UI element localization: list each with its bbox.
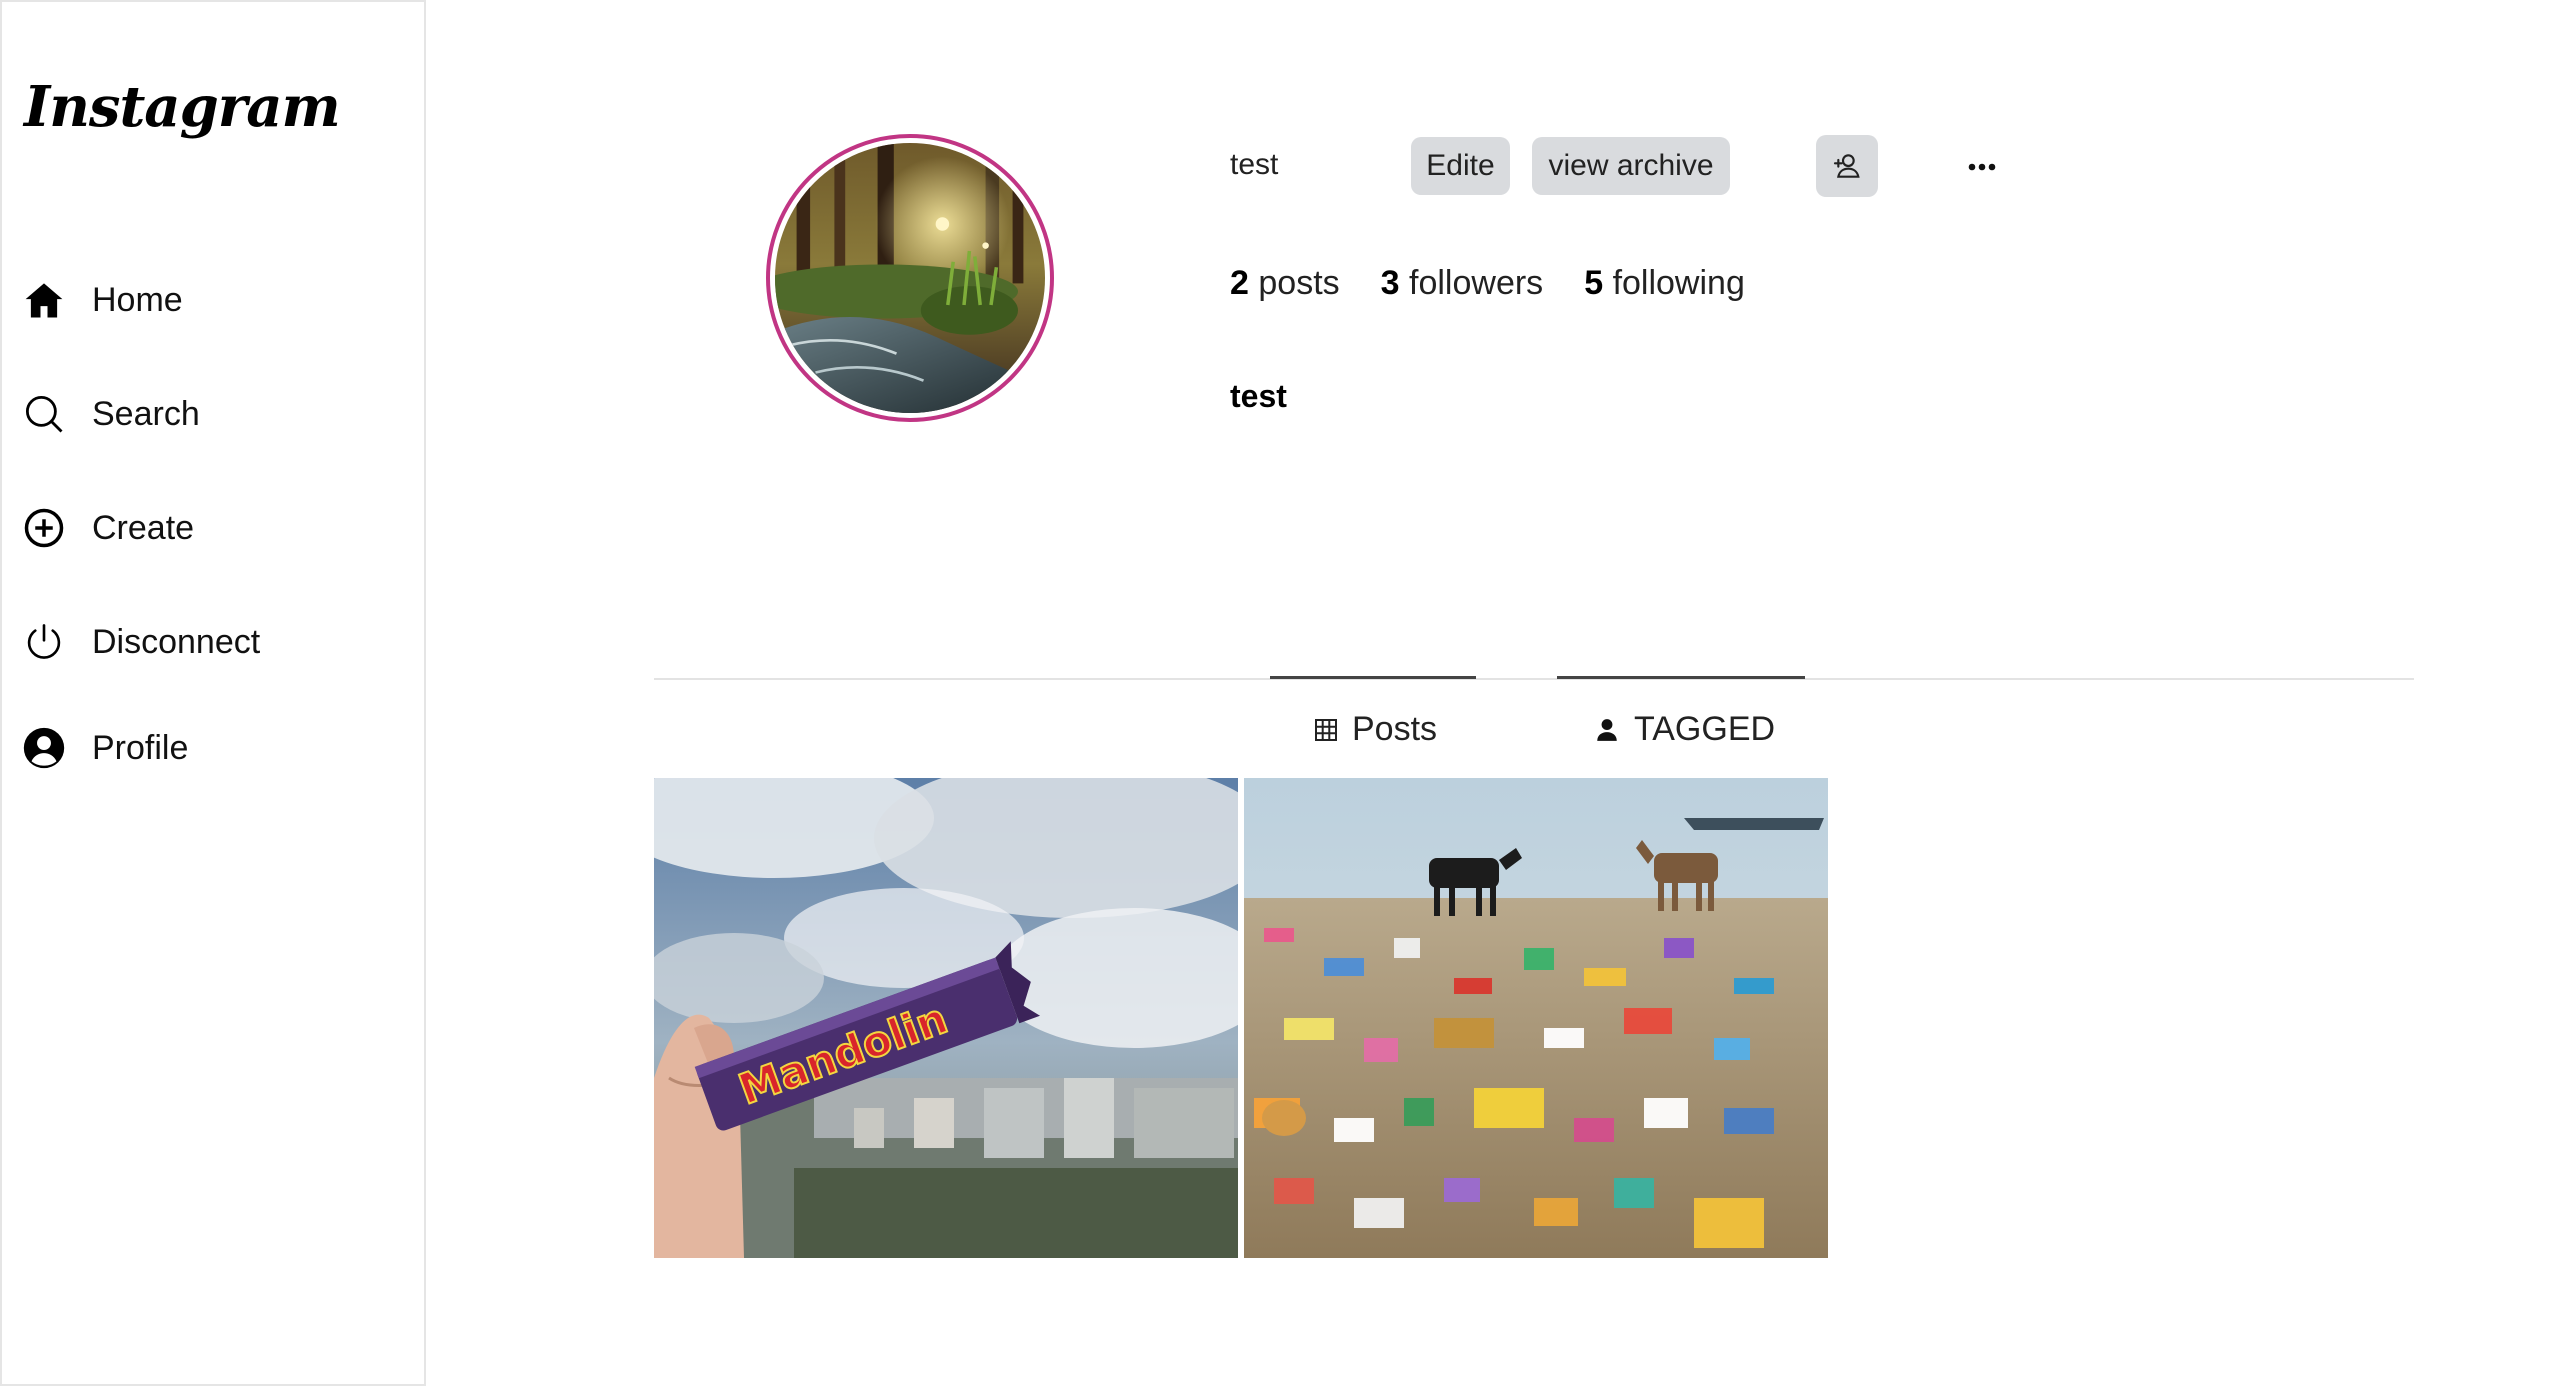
view-archive-button[interactable]: view archive — [1532, 137, 1730, 195]
person-icon — [1594, 717, 1620, 743]
post-image — [1244, 778, 1828, 1258]
instagram-logo[interactable]: Instagram — [24, 74, 341, 140]
plus-circle-icon — [22, 506, 66, 550]
sidebar: Instagram Home Search Create Disconnect … — [0, 0, 426, 1386]
followers-count[interactable]: 3 followers — [1381, 264, 1544, 303]
post-thumbnail[interactable] — [1244, 778, 1828, 1258]
tabs-divider — [654, 678, 2414, 680]
tab-label: TAGGED — [1634, 710, 1776, 748]
profile-display-name: test — [1230, 378, 1287, 414]
sidebar-item-profile[interactable]: Profile — [22, 716, 402, 780]
power-icon — [22, 620, 66, 664]
tab-tagged[interactable]: TAGGED — [1594, 710, 1775, 749]
edit-profile-button[interactable]: Edite — [1411, 137, 1510, 195]
sidebar-item-label: Profile — [92, 728, 189, 767]
posts-count: 2 posts — [1230, 264, 1340, 302]
more-options-button[interactable] — [1960, 145, 2004, 189]
profile-username: test — [1230, 148, 1279, 181]
sidebar-item-search[interactable]: Search — [22, 382, 402, 446]
sidebar-item-label: Disconnect — [92, 622, 261, 661]
sidebar-item-home[interactable]: Home — [22, 268, 402, 332]
search-icon — [22, 392, 66, 436]
sidebar-item-disconnect[interactable]: Disconnect — [22, 610, 402, 674]
home-icon — [22, 278, 66, 322]
sidebar-item-label: Search — [92, 394, 200, 433]
avatar-image — [775, 143, 1045, 413]
profile-stats: 2 posts 3 followers 5 following — [1230, 264, 1786, 303]
post-image: Mandolin — [654, 778, 1238, 1258]
profile-avatar[interactable] — [766, 134, 1054, 422]
post-thumbnail[interactable]: Mandolin — [654, 778, 1238, 1258]
tab-label: Posts — [1352, 710, 1438, 748]
tab-posts[interactable]: Posts — [1314, 710, 1437, 749]
add-user-button[interactable] — [1816, 135, 1878, 197]
ellipsis-icon — [1967, 162, 1997, 172]
sidebar-item-label: Home — [92, 280, 183, 319]
tab-indicator-tagged — [1557, 676, 1805, 679]
user-circle-icon — [22, 726, 66, 770]
tab-indicator-posts — [1270, 676, 1476, 679]
sidebar-item-create[interactable]: Create — [22, 496, 402, 560]
sidebar-item-label: Create — [92, 508, 195, 547]
add-user-icon — [1831, 150, 1863, 182]
grid-icon — [1314, 718, 1338, 742]
following-count[interactable]: 5 following — [1584, 264, 1745, 303]
